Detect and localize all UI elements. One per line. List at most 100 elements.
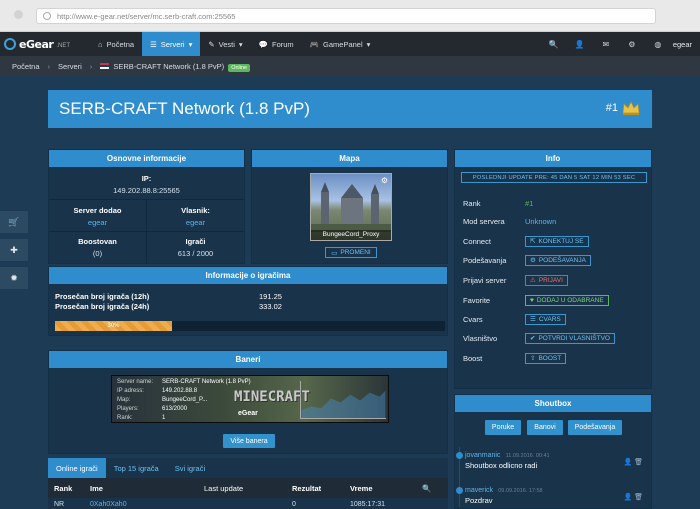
nav-item-servers[interactable]: ☰ Serveri ▾ — [142, 32, 201, 56]
check-icon: ✔ — [530, 335, 536, 342]
nav-item-home[interactable]: ⌂ Početna — [90, 32, 142, 56]
cart-icon[interactable]: 🛒 — [0, 211, 28, 233]
col-rank[interactable]: Rank — [54, 484, 72, 493]
panel-header: Shoutbox — [455, 395, 651, 412]
nav-username[interactable]: egear — [671, 40, 700, 49]
bug-icon[interactable]: ✹ — [0, 267, 28, 289]
info-row-mod: Mod servera Unknown — [463, 216, 557, 226]
plus-icon[interactable]: ✚ — [0, 239, 28, 261]
user-ban-icon[interactable]: 👤 — [623, 494, 632, 501]
info-panel: Info POSLEDNJI UPDATE PRE: 45 DAN 5 SAT … — [454, 149, 652, 389]
shoutbox-panel: Shoutbox Poruke Banovi Podešavanja jovan… — [454, 394, 652, 509]
info-row-settings: Podešavanja ⚙ PODEŠAVANJA — [463, 250, 647, 270]
search-icon[interactable]: 🔍 — [541, 40, 567, 49]
nav-item-gamepanel[interactable]: 🎮 GamePanel ▾ — [302, 32, 379, 56]
search-icon[interactable]: 🔍 — [422, 484, 431, 493]
info-row-ownership: Vlasništvo ✔ POTVRDI VLASNIŠTVO — [463, 328, 647, 348]
panel-header: Info — [455, 150, 651, 167]
top-nav: eGear .NET ⌂ Početna ☰ Serveri ▾ ✎ Vesti… — [0, 32, 700, 56]
browser-chrome: http://www.e-gear.net/server/mc.serb-cra… — [0, 0, 700, 32]
nav-right: 🔍 👤 ✉ ⚙ ◍ egear — [541, 32, 700, 56]
globe-icon[interactable]: ◍ — [645, 40, 671, 49]
shoutbox-settings-button[interactable]: Podešavanja — [568, 420, 622, 435]
breadcrumb-servers[interactable]: Serveri — [58, 62, 82, 71]
external-link-icon: ⇱ — [530, 238, 536, 245]
egear-brand: eGear — [238, 410, 258, 417]
user-ban-icon[interactable]: 👤 — [623, 459, 632, 466]
trash-icon[interactable]: 🗑 — [634, 459, 643, 466]
page-title: SERB-CRAFT Network (1.8 PvP) — [59, 99, 310, 118]
player-count: Igrači 613 / 2000 — [177, 237, 214, 258]
info-row-favorite: Favorite ♥ DODAJ U ODABRANE — [463, 290, 647, 310]
tab-online-players[interactable]: Online igrači — [48, 458, 106, 478]
col-score[interactable]: Rezultat — [292, 484, 321, 493]
add-favorite-button[interactable]: ♥ DODAJ U ODABRANE — [525, 294, 609, 306]
serbia-flag-icon — [100, 62, 110, 69]
user-icon[interactable]: 👤 — [567, 40, 593, 49]
col-last-update[interactable]: Last update — [204, 484, 243, 493]
map-name: BungeeCord_Proxy — [311, 230, 391, 240]
timeline-dot — [456, 487, 463, 494]
trash-icon[interactable]: 🗑 — [634, 494, 643, 501]
added-by-link[interactable]: egear — [88, 218, 107, 227]
info-row-cvars: Cvars ☰ CVARS — [463, 309, 647, 329]
panel-header: Osnovne informacije — [49, 150, 244, 167]
server-rank: #1 — [605, 102, 618, 114]
warning-icon: ⚠ — [530, 277, 536, 284]
info-row-boost: Boost ⇧ BOOST — [463, 348, 647, 368]
tab-top-15[interactable]: Top 15 igrača — [106, 458, 167, 478]
progress-fill: 30% — [55, 321, 172, 331]
arrow-up-icon: ⇧ — [530, 355, 536, 362]
info-row-report: Prijavi server ⚠ PRIJAVI — [463, 270, 647, 290]
report-button[interactable]: ⚠ PRIJAVI — [525, 274, 568, 286]
col-time[interactable]: Vreme — [350, 484, 373, 493]
window-dot[interactable] — [14, 10, 23, 19]
nav-item-forum[interactable]: 💬 Forum — [251, 32, 302, 56]
site-logo[interactable]: eGear .NET — [0, 32, 90, 56]
messages-button[interactable]: Poruke — [485, 420, 521, 435]
cog-icon: ⚙ — [530, 257, 536, 264]
panel-header: Mapa — [252, 150, 447, 167]
shout-actions: 👤 🗑 — [623, 493, 643, 501]
confirm-ownership-button[interactable]: ✔ POTVRDI VLASNIŠTVO — [525, 332, 615, 344]
more-banners-button[interactable]: Više banera — [223, 434, 275, 448]
player-tabs: Online igrači Top 15 igrača Svi igrači — [48, 458, 448, 478]
address-bar[interactable]: http://www.e-gear.net/server/mc.serb-cra… — [36, 8, 656, 24]
envelope-icon[interactable]: ✉ — [593, 40, 619, 49]
caret-down-icon: ▾ — [188, 39, 193, 49]
gamepad-icon: 🎮 — [309, 39, 320, 49]
connect-button[interactable]: ⇱ KONEKTUJ SE — [525, 235, 589, 247]
list-icon: ☰ — [530, 316, 536, 323]
nav-item-news[interactable]: ✎ Vesti ▾ — [200, 32, 250, 56]
owner-link[interactable]: egear — [186, 218, 205, 227]
breadcrumb-home[interactable]: Početna — [12, 62, 40, 71]
cvars-button[interactable]: ☰ CVARS — [525, 313, 566, 325]
avg-players-24h: Prosečan broj igrača (24h) 333.02 — [55, 302, 282, 311]
last-update-label: POSLEDNJI UPDATE PRE: 45 DAN 5 SAT 12 MI… — [461, 172, 647, 183]
bans-button[interactable]: Banovi — [527, 420, 563, 435]
basic-info-panel: Osnovne informacije IP: 149.202.88.8:255… — [48, 149, 245, 264]
breadcrumb-separator: › — [89, 61, 93, 71]
settings-icon[interactable]: ⚙ — [619, 40, 645, 49]
comments-icon: 💬 — [258, 39, 268, 49]
info-row-rank: Rank #1 — [463, 198, 534, 208]
map-image: ⚙ BungeeCord_Proxy — [310, 173, 392, 241]
boost-count: Boostovan (0) — [78, 237, 117, 258]
server-title-box: SERB-CRAFT Network (1.8 PvP) #1 — [48, 90, 652, 128]
database-icon: ☰ — [150, 39, 157, 49]
change-map-button[interactable]: ▭ PROMENI — [325, 247, 377, 258]
banners-panel: Baneri Server name: SERB-CRAFT Network (… — [48, 350, 448, 454]
settings-button[interactable]: ⚙ PODEŠAVANJA — [525, 254, 591, 266]
server-ip: IP: 149.202.88.8:25565 — [113, 174, 180, 195]
tab-all-players[interactable]: Svi igrači — [167, 458, 213, 478]
map-panel: Mapa ⚙ BungeeCord_Proxy ▭ PROMENI — [251, 149, 448, 264]
player-stats-panel: Informacije o igračima Prosečan broj igr… — [48, 266, 448, 336]
logo-icon — [4, 38, 16, 50]
gear-icon: ⚙ — [380, 176, 388, 185]
panel-header: Baneri — [49, 351, 447, 368]
caret-down-icon: ▾ — [366, 39, 371, 49]
col-name[interactable]: Ime — [90, 484, 103, 493]
image-icon: ▭ — [331, 249, 338, 257]
server-banner[interactable]: Server name: SERB-CRAFT Network (1.8 PvP… — [111, 375, 389, 423]
boost-button[interactable]: ⇧ BOOST — [525, 352, 567, 364]
